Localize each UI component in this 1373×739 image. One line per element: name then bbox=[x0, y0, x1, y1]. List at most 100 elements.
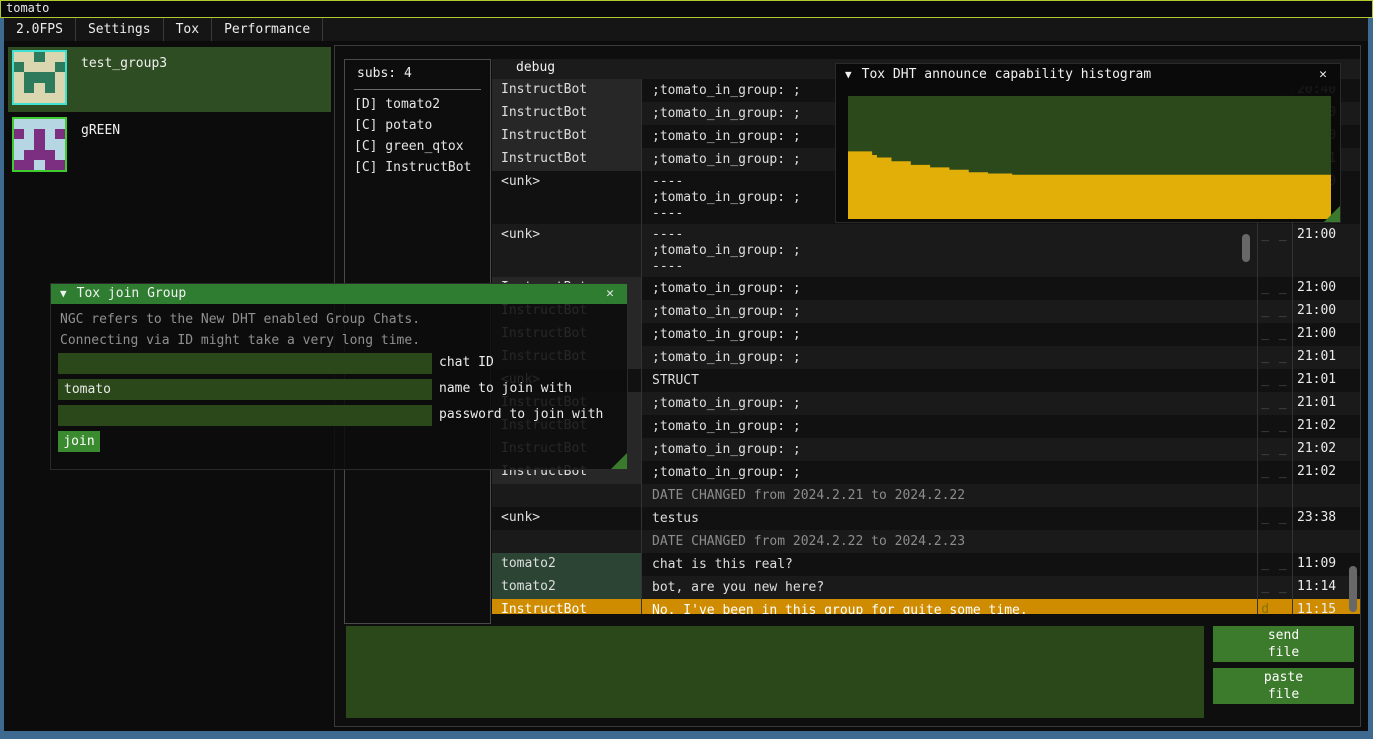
message-text: ---- ;tomato_in_group: ; ---- bbox=[641, 224, 1257, 277]
message-status bbox=[1257, 484, 1292, 507]
date-separator-text: DATE CHANGED from 2024.2.21 to 2024.2.22 bbox=[641, 484, 1257, 507]
message-timestamp: 21:01 bbox=[1292, 369, 1346, 392]
message-row: tomato2bot, are you new here?_ _11:14 bbox=[492, 576, 1360, 599]
message-timestamp: 11:15 bbox=[1292, 599, 1346, 614]
subscriber-item[interactable]: [C] green_qtox bbox=[345, 136, 490, 157]
message-timestamp: 21:00 bbox=[1292, 323, 1346, 346]
message-timestamp: 23:38 bbox=[1292, 507, 1346, 530]
chat-scrollbar-thumb[interactable] bbox=[1349, 566, 1357, 612]
dialog-field-name-to-join-with[interactable] bbox=[58, 379, 432, 400]
message-sender: tomato2 bbox=[492, 576, 641, 599]
dht-histogram-plot bbox=[848, 96, 1331, 219]
message-text: ;tomato_in_group: ; bbox=[641, 392, 1257, 415]
message-timestamp: 21:02 bbox=[1292, 461, 1346, 484]
message-text: testus bbox=[641, 507, 1257, 530]
message-timestamp: 11:09 bbox=[1292, 553, 1346, 576]
subscriber-item[interactable]: [C] potato bbox=[345, 115, 490, 136]
message-sender: InstructBot bbox=[492, 79, 641, 102]
message-sender: <unk> bbox=[492, 224, 641, 277]
group-item-green[interactable]: gREEN bbox=[8, 114, 331, 172]
message-timestamp: 21:02 bbox=[1292, 438, 1346, 461]
menu-item-tox[interactable]: Tox bbox=[164, 18, 212, 41]
message-timestamp: 21:00 bbox=[1292, 224, 1346, 277]
message-status: _ _ bbox=[1257, 277, 1292, 300]
message-status: _ _ bbox=[1257, 369, 1292, 392]
send-file-button[interactable]: send file bbox=[1213, 626, 1354, 662]
message-status: _ _ bbox=[1257, 300, 1292, 323]
message-sender bbox=[492, 484, 641, 507]
message-status: _ _ bbox=[1257, 224, 1292, 277]
dialog-field-label: password to join with bbox=[439, 407, 603, 422]
message-sender: InstructBot bbox=[492, 102, 641, 125]
resize-grip-icon[interactable] bbox=[611, 453, 627, 469]
message-text: ;tomato_in_group: ; bbox=[641, 300, 1257, 323]
menu-item-20fps[interactable]: 2.0FPS bbox=[4, 18, 76, 41]
message-sender: InstructBot bbox=[492, 599, 641, 614]
close-icon[interactable]: ✕ bbox=[1314, 64, 1332, 86]
menu-item-performance[interactable]: Performance bbox=[212, 18, 323, 41]
ngc-info-line: Connecting via ID might take a very long… bbox=[60, 333, 420, 348]
dialog-field-label: chat ID bbox=[439, 355, 494, 370]
menu-item-settings[interactable]: Settings bbox=[76, 18, 164, 41]
message-timestamp: 21:01 bbox=[1292, 392, 1346, 415]
subscribers-count: subs: 4 bbox=[345, 60, 490, 81]
message-sender bbox=[492, 530, 641, 553]
message-status: _ _ bbox=[1257, 346, 1292, 369]
message-status: _ _ bbox=[1257, 392, 1292, 415]
message-sender: InstructBot bbox=[492, 148, 641, 171]
message-text: ;tomato_in_group: ; bbox=[641, 323, 1257, 346]
message-status: _ _ bbox=[1257, 507, 1292, 530]
message-text: No, I've been in this group for quite so… bbox=[641, 599, 1257, 614]
message-timestamp bbox=[1292, 530, 1346, 553]
message-status: _ _ bbox=[1257, 461, 1292, 484]
group-name: test_group3 bbox=[81, 56, 167, 112]
subscribers-list: [D] tomato2[C] potato[C] green_qtox[C] I… bbox=[345, 94, 490, 178]
join-group-dialog: ▼ Tox join Group ✕ NGC refers to the New … bbox=[50, 283, 628, 470]
message-text: bot, are you new here? bbox=[641, 576, 1257, 599]
message-input[interactable] bbox=[346, 626, 1204, 718]
message-row: InstructBotNo, I've been in this group f… bbox=[492, 599, 1360, 614]
subscriber-item[interactable]: [D] tomato2 bbox=[345, 94, 490, 115]
collapse-arrow-icon[interactable]: ▼ bbox=[845, 64, 852, 86]
message-text: ;tomato_in_group: ; bbox=[641, 438, 1257, 461]
message-timestamp: 11:14 bbox=[1292, 576, 1346, 599]
message-status bbox=[1257, 530, 1292, 553]
join-button[interactable]: join bbox=[58, 431, 100, 452]
message-timestamp bbox=[1292, 484, 1346, 507]
menu-bar: 2.0FPSSettingsToxPerformance bbox=[4, 18, 1368, 41]
message-timestamp: 21:02 bbox=[1292, 415, 1346, 438]
group-item-test_group3[interactable]: test_group3 bbox=[8, 47, 331, 112]
window-border-left bbox=[0, 18, 4, 739]
message-text: ;tomato_in_group: ; bbox=[641, 461, 1257, 484]
dht-histogram-window: ▼ Tox DHT announce capability histogram ✕ bbox=[835, 63, 1341, 223]
dht-histogram-titlebar[interactable]: ▼ Tox DHT announce capability histogram ✕ bbox=[836, 64, 1340, 86]
join-group-titlebar[interactable]: ▼ Tox join Group ✕ bbox=[51, 284, 627, 304]
window-titlebar[interactable]: tomato bbox=[0, 0, 1373, 18]
join-group-title: Tox join Group bbox=[77, 286, 187, 301]
message-sender: InstructBot bbox=[492, 125, 641, 148]
message-timestamp: 21:00 bbox=[1292, 277, 1346, 300]
row-scrollbar-thumb[interactable] bbox=[1242, 234, 1250, 262]
subscriber-item[interactable]: [C] InstructBot bbox=[345, 157, 490, 178]
group-avatar bbox=[12, 117, 67, 172]
dialog-field-password-to-join-with[interactable] bbox=[58, 405, 432, 426]
message-status: _ _ bbox=[1257, 553, 1292, 576]
collapse-arrow-icon[interactable]: ▼ bbox=[60, 284, 67, 304]
close-icon[interactable]: ✕ bbox=[601, 284, 619, 304]
app-window: tomato 2.0FPSSettingsToxPerformance test… bbox=[0, 0, 1373, 739]
paste-file-button[interactable]: paste file bbox=[1213, 668, 1354, 704]
dialog-field-label: name to join with bbox=[439, 381, 572, 396]
message-status: _ _ bbox=[1257, 438, 1292, 461]
ngc-info-line: NGC refers to the New DHT enabled Group … bbox=[60, 312, 420, 327]
resize-grip-icon[interactable] bbox=[1324, 206, 1340, 222]
column-divider-sender bbox=[641, 79, 642, 614]
message-text: STRUCT bbox=[641, 369, 1257, 392]
dialog-field-chat-ID[interactable] bbox=[58, 353, 432, 374]
tab-debug[interactable]: debug bbox=[492, 59, 569, 75]
date-separator-row: DATE CHANGED from 2024.2.21 to 2024.2.22 bbox=[492, 484, 1360, 507]
dht-histogram-title: Tox DHT announce capability histogram bbox=[862, 67, 1152, 82]
message-row: tomato2chat is this real?_ _11:09 bbox=[492, 553, 1360, 576]
message-sender: tomato2 bbox=[492, 553, 641, 576]
date-separator-text: DATE CHANGED from 2024.2.22 to 2024.2.23 bbox=[641, 530, 1257, 553]
histogram-area-chart bbox=[848, 96, 1331, 219]
